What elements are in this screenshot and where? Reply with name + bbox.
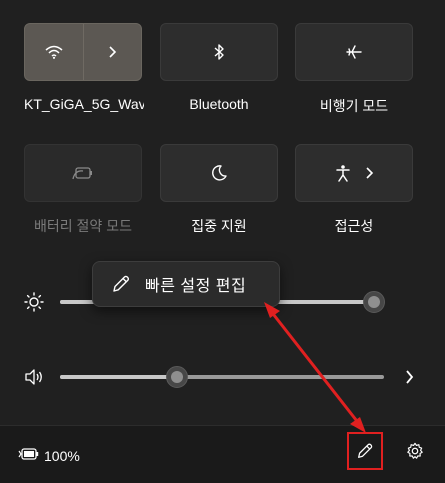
accessibility-tile[interactable] xyxy=(295,144,413,202)
volume-fill xyxy=(60,375,177,379)
bluetooth-label: Bluetooth xyxy=(189,96,249,112)
focus-assist-label: 집중 지원 xyxy=(191,218,247,234)
sun-icon xyxy=(24,292,44,312)
settings-button[interactable] xyxy=(402,438,428,464)
wifi-toggle[interactable] xyxy=(25,24,83,80)
wifi-tile[interactable] xyxy=(24,23,142,81)
airplane-icon xyxy=(346,45,362,59)
moon-icon xyxy=(212,165,227,181)
gear-icon xyxy=(407,442,423,459)
volume-thumb[interactable] xyxy=(165,366,188,388)
battery-saver-icon xyxy=(72,167,92,180)
bluetooth-icon xyxy=(214,44,224,60)
bluetooth-tile[interactable] xyxy=(160,23,278,81)
battery-percentage[interactable]: 100% xyxy=(44,448,80,464)
battery-charging-icon[interactable] xyxy=(18,447,40,461)
chevron-right-icon xyxy=(109,46,117,58)
accessibility-label: 접근성 xyxy=(334,218,374,234)
edit-quick-settings-tooltip: 빠른 설정 편집 xyxy=(92,261,280,307)
edit-quick-settings-button[interactable] xyxy=(347,432,383,470)
airplane-mode-label: 비행기 모드 xyxy=(319,98,389,114)
pencil-icon xyxy=(113,275,130,292)
quick-settings-panel: KT_GiGA_5G_Wave Bluetooth 비행기 모드 배터리 절약 … xyxy=(0,0,445,425)
airplane-mode-tile[interactable] xyxy=(295,23,413,81)
focus-assist-tile[interactable] xyxy=(160,144,278,202)
pencil-icon xyxy=(358,443,373,458)
battery-saver-label: 배터리 절약 모드 xyxy=(34,218,132,234)
battery-saver-tile[interactable] xyxy=(24,144,142,202)
quick-settings-footer: 100% xyxy=(0,425,445,483)
tooltip-text: 빠른 설정 편집 xyxy=(145,278,247,295)
wifi-icon xyxy=(45,45,63,59)
wifi-networks-button[interactable] xyxy=(83,24,141,80)
volume-slider[interactable] xyxy=(60,375,384,379)
volume-row xyxy=(0,362,445,392)
chevron-right-icon[interactable] xyxy=(364,166,374,180)
brightness-thumb[interactable] xyxy=(363,291,386,313)
wifi-label: KT_GiGA_5G_Wave xyxy=(24,96,144,112)
chevron-right-icon[interactable] xyxy=(404,369,414,385)
accessibility-icon xyxy=(336,165,350,182)
speaker-icon[interactable] xyxy=(24,368,44,386)
